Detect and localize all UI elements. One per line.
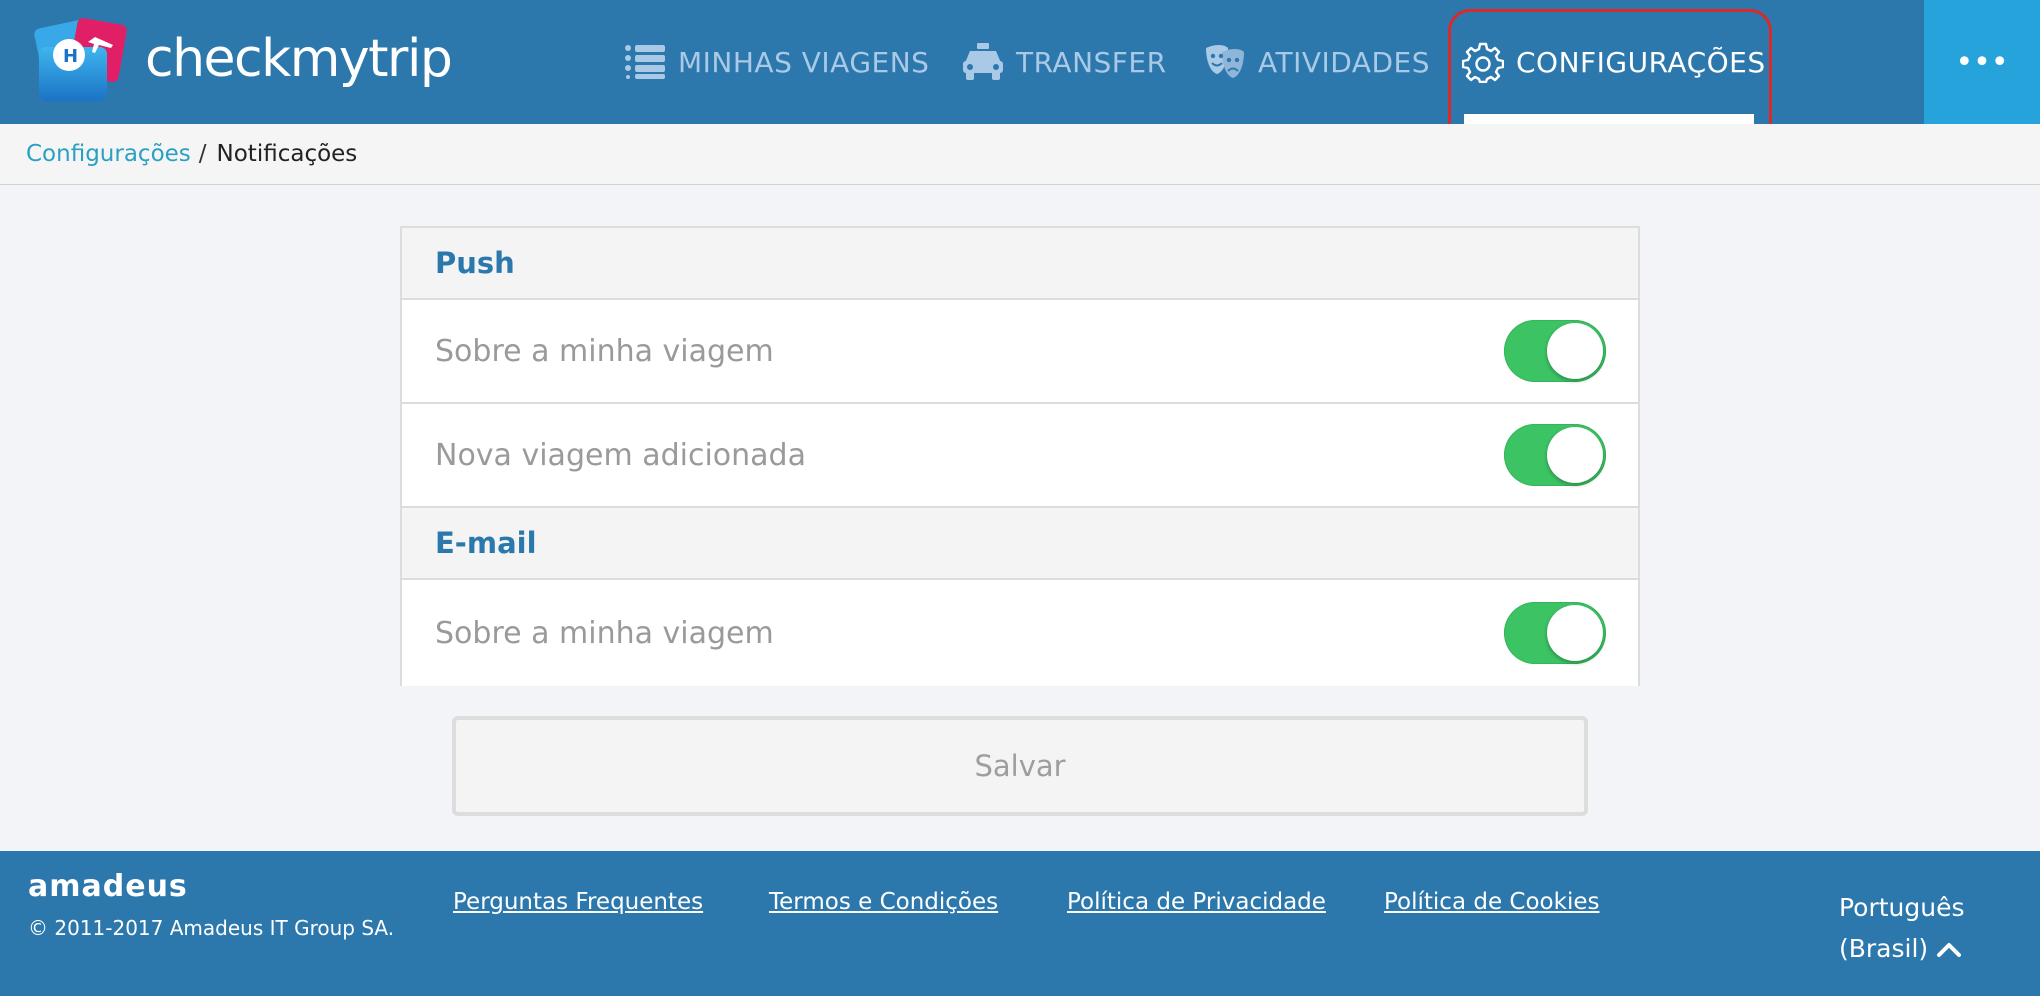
more-menu-button[interactable]: •••	[1924, 0, 2040, 124]
breadcrumb-configuracoes-link[interactable]: Configurações	[26, 141, 191, 167]
more-horizontal-icon: •••	[1955, 44, 2009, 80]
footer-link-cookies[interactable]: Política de Cookies	[1384, 889, 1599, 915]
checkmytrip-logo-icon: H	[33, 17, 133, 105]
breadcrumb: Configurações / Notificações	[0, 124, 2040, 185]
brand-logo[interactable]: H checkmytrip	[33, 16, 453, 106]
list-icon	[624, 44, 666, 80]
section-header-push: Push	[402, 228, 1638, 300]
nav-label: ATIVIDADES	[1258, 45, 1431, 79]
svg-text:amadeus: amadeus	[28, 871, 188, 901]
chevron-up-icon	[1936, 940, 1962, 958]
nav-configuracoes[interactable]: CONFIGURAÇÕES	[1462, 0, 1766, 124]
svg-text:H: H	[63, 46, 78, 67]
save-button[interactable]: Salvar	[452, 716, 1588, 816]
section-title: E-mail	[435, 526, 537, 560]
nav-minhas-viagens[interactable]: MINHAS VIAGENS	[624, 0, 929, 124]
push-trip-toggle[interactable]	[1504, 320, 1606, 382]
setting-label: Sobre a minha viagem	[435, 615, 774, 651]
brand-name: checkmytrip	[145, 29, 453, 89]
setting-row-push-trip: Sobre a minha viagem	[402, 300, 1638, 404]
footer-link-terms[interactable]: Termos e Condições	[769, 889, 998, 915]
setting-row-email-trip: Sobre a minha viagem	[402, 580, 1638, 686]
toggle-knob	[1547, 323, 1603, 379]
breadcrumb-separator: /	[198, 141, 207, 167]
push-new-trip-toggle[interactable]	[1504, 424, 1606, 486]
top-navbar: H checkmytrip MINHAS VIAGENS TRANSFER AT…	[0, 0, 2040, 124]
toggle-knob	[1547, 427, 1603, 483]
setting-row-push-new-trip: Nova viagem adicionada	[402, 404, 1638, 508]
gear-icon	[1462, 41, 1504, 83]
section-title: Push	[435, 246, 515, 280]
footer: amadeus © 2011-2017 Amadeus IT Group SA.…	[0, 851, 2040, 996]
amadeus-logo: amadeus	[28, 869, 192, 909]
nav-label: TRANSFER	[1016, 45, 1167, 79]
section-header-email: E-mail	[402, 508, 1638, 580]
nav-atividades[interactable]: ATIVIDADES	[1204, 0, 1430, 124]
language-region: (Brasil)	[1839, 934, 1929, 963]
language-selector[interactable]: Português (Brasil)	[1839, 887, 1965, 969]
setting-label: Sobre a minha viagem	[435, 333, 774, 369]
copyright-text: © 2011-2017 Amadeus IT Group SA.	[28, 916, 395, 940]
nav-label: CONFIGURAÇÕES	[1516, 45, 1766, 79]
email-trip-toggle[interactable]	[1504, 602, 1606, 664]
language-region-row: (Brasil)	[1839, 928, 1965, 969]
language-name: Português	[1839, 893, 1965, 922]
notifications-settings-card: Push Sobre a minha viagem Nova viagem ad…	[400, 226, 1640, 686]
footer-link-privacy[interactable]: Política de Privacidade	[1067, 889, 1326, 915]
toggle-knob	[1547, 605, 1603, 661]
car-icon	[962, 43, 1004, 81]
setting-label: Nova viagem adicionada	[435, 437, 806, 473]
breadcrumb-current: Notificações	[216, 141, 358, 167]
footer-link-faq[interactable]: Perguntas Frequentes	[453, 889, 703, 915]
active-tab-indicator	[1464, 114, 1754, 124]
nav-transfer[interactable]: TRANSFER	[962, 0, 1167, 124]
nav-label: MINHAS VIAGENS	[678, 45, 930, 79]
theater-masks-icon	[1204, 44, 1246, 80]
